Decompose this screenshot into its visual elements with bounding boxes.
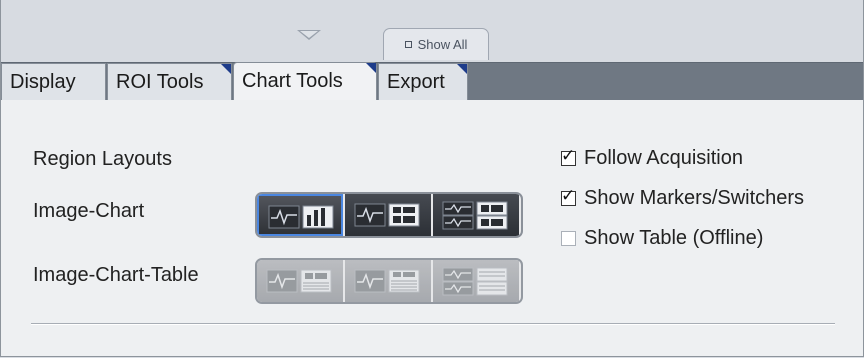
square-icon [404, 41, 412, 48]
follow-acquisition-label: Follow Acquisition [584, 147, 743, 169]
stacked-image-chart-icon [442, 201, 508, 230]
layout-disabled-1-button [257, 260, 343, 302]
layout-stacked-button[interactable] [433, 194, 519, 236]
tab-export[interactable]: Export [378, 63, 468, 101]
region-layouts-label: Region Layouts [33, 148, 172, 170]
tab-roi-tools[interactable]: ROI Tools [107, 63, 232, 101]
show-markers-switchers-checkbox[interactable]: ✓ Show Markers/Switchers [561, 187, 804, 210]
tab-corner-marker-icon [221, 64, 231, 74]
layout-disabled-2-button [345, 260, 431, 302]
image-chart-table-layout-group [255, 258, 523, 304]
collapse-triangle-icon[interactable] [297, 30, 321, 40]
image-chart-table-label: Image-Chart-Table [33, 264, 199, 286]
top-strip: Show All [1, 0, 863, 62]
checkbox-empty-icon [561, 231, 576, 246]
chart-tools-window: Show All Display ROI Tools Chart Tools E… [0, 0, 864, 357]
show-table-offline-checkbox[interactable]: Show Table (Offline) [561, 227, 763, 250]
show-markers-switchers-label: Show Markers/Switchers [584, 187, 805, 209]
tab-chart-tools-label: Chart Tools [242, 70, 343, 92]
image-bar-chart-icon [268, 205, 334, 229]
image-chart-table-icon [354, 203, 420, 227]
tab-chart-tools[interactable]: Chart Tools [233, 62, 377, 102]
stacked-chart-table-disabled-icon [442, 267, 508, 296]
show-all-label: Show All [417, 37, 468, 52]
checkbox-checked-icon: ✓ [561, 146, 576, 166]
chart-tools-panel: Region Layouts Image-Chart Image-Chart-T… [1, 100, 863, 356]
tab-display-label: Display [10, 71, 76, 93]
tab-corner-marker-icon [457, 64, 467, 74]
show-table-offline-label: Show Table (Offline) [584, 227, 764, 249]
tab-export-label: Export [387, 71, 445, 93]
layout-image-chart-table-button[interactable] [345, 194, 431, 236]
layout-disabled-3-button [433, 260, 519, 302]
tab-bar: Display ROI Tools Chart Tools Export [1, 62, 863, 102]
layout-image-bar-button[interactable] [257, 194, 343, 236]
image-chart-layout-group [255, 192, 523, 238]
image-chart-table-disabled-icon [354, 269, 420, 293]
image-chart-table-disabled-icon [266, 269, 332, 293]
tab-corner-marker-icon [366, 63, 376, 73]
checkbox-checked-icon: ✓ [561, 186, 576, 206]
image-chart-label: Image-Chart [33, 200, 145, 222]
tab-display[interactable]: Display [1, 63, 106, 101]
follow-acquisition-checkbox[interactable]: ✓ Follow Acquisition [561, 147, 743, 170]
show-all-tab[interactable]: Show All [383, 28, 489, 60]
tab-roi-tools-label: ROI Tools [116, 71, 204, 93]
divider [31, 323, 835, 325]
